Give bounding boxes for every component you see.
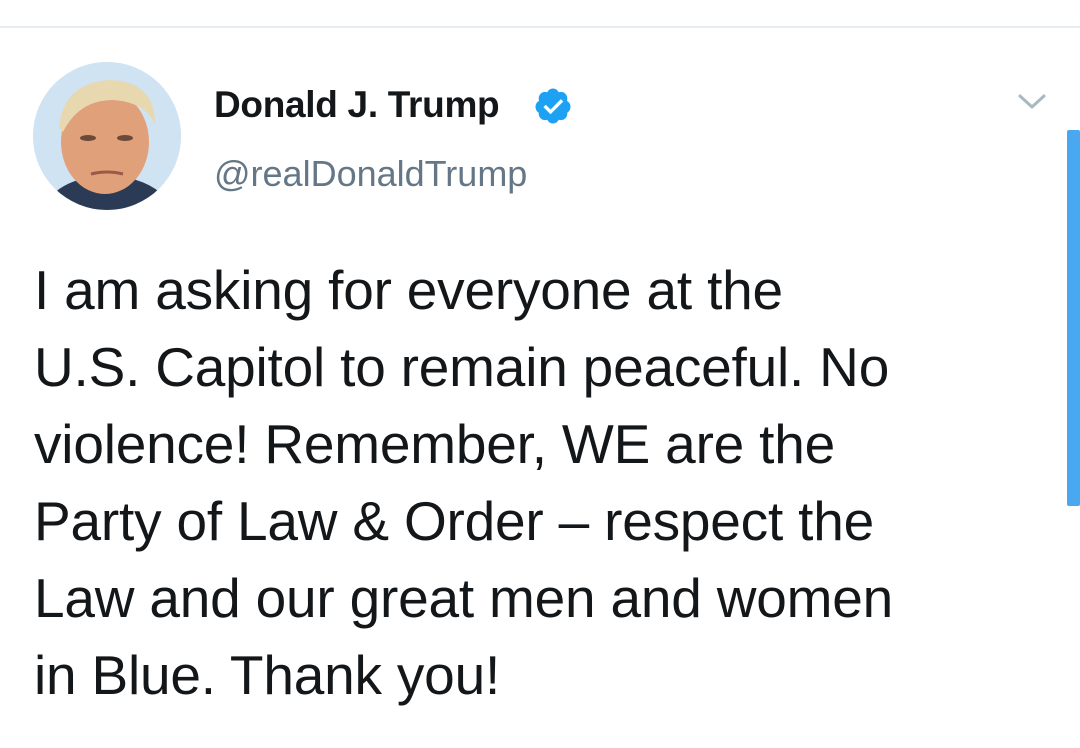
chevron-down-icon[interactable] (1014, 86, 1050, 116)
tweet-card[interactable]: Donald J. Trump @realDonaldTrump I am as… (0, 28, 1080, 748)
avatar[interactable] (33, 62, 181, 210)
verified-badge-icon (535, 88, 571, 124)
display-name[interactable]: Donald J. Trump (214, 84, 500, 126)
avatar-image (33, 62, 181, 210)
scrollbar[interactable] (1067, 130, 1080, 506)
tweet-text: I am asking for everyone at the U.S. Cap… (34, 259, 894, 706)
user-handle[interactable]: @realDonaldTrump (214, 153, 527, 195)
